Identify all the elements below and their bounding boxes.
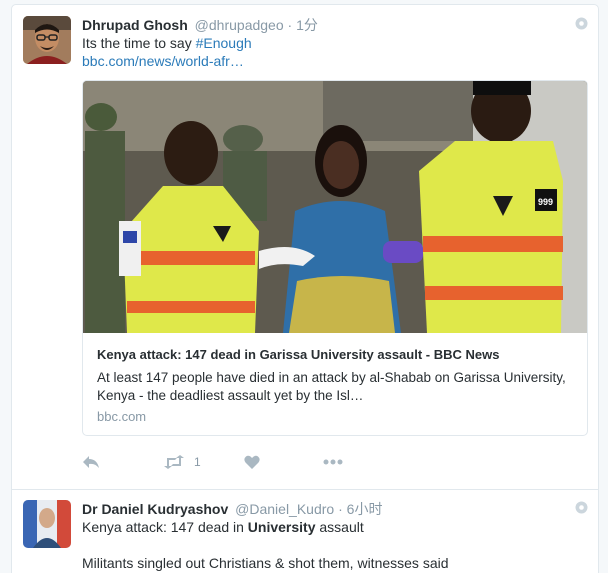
tweet[interactable]: Dhrupad Ghosh @dhrupadgeo · 1分 Its the t…: [12, 5, 598, 490]
gear-icon[interactable]: [575, 501, 588, 514]
username[interactable]: @Daniel_Kudro: [235, 501, 334, 517]
avatar-photo: [23, 500, 71, 548]
tweet-text: Kenya attack: 147 dead in University ass…: [82, 518, 364, 536]
tweet-text-plain: Its the time to say: [82, 35, 196, 51]
tweet-link-line: bbc.com/news/world-afr…: [82, 52, 244, 70]
tweet-text-part: assault: [315, 519, 364, 535]
card-domain: bbc.com: [97, 409, 147, 424]
timestamp[interactable]: 6小时: [347, 501, 383, 517]
url-link[interactable]: bbc.com/news/world-afr…: [82, 53, 244, 69]
tweet[interactable]: Dr Daniel Kudryashov @Daniel_Kudro · 6小时…: [12, 490, 598, 573]
like-button[interactable]: [244, 453, 260, 471]
retweet-count: 1: [194, 455, 201, 469]
separator: ·: [338, 501, 343, 517]
avatar[interactable]: [23, 500, 71, 548]
hashtag-link[interactable]: #Enough: [196, 35, 252, 51]
avatar-photo: [23, 16, 71, 64]
tweet-header: Dhrupad Ghosh @dhrupadgeo · 1分: [82, 15, 318, 35]
separator: ·: [287, 17, 293, 33]
more-button[interactable]: [323, 453, 343, 471]
link-card[interactable]: 999 Kenya attack: 147 dead in Garissa Un…: [82, 80, 588, 436]
avatar[interactable]: [23, 16, 71, 64]
fullname[interactable]: Dr Daniel Kudryashov: [82, 501, 228, 517]
card-title[interactable]: Kenya attack: 147 dead in Garissa Univer…: [97, 347, 499, 362]
tweet-actions: 1: [82, 453, 382, 473]
heart-icon: [244, 455, 260, 469]
tweet-text-line2: Militants singled out Christians & shot …: [82, 555, 449, 571]
gear-icon[interactable]: [575, 17, 588, 30]
reply-button[interactable]: [82, 453, 100, 471]
tweet-text-part: Kenya attack: 147 dead in: [82, 519, 248, 535]
retweet-button[interactable]: 1: [163, 453, 201, 471]
reply-icon: [83, 456, 99, 468]
tweet-text-bold: University: [247, 519, 316, 535]
card-image[interactable]: 999: [83, 81, 587, 333]
tweet-text: Its the time to say #Enough: [82, 34, 252, 52]
more-icon: [323, 459, 343, 465]
username[interactable]: @dhrupadgeo: [195, 17, 284, 33]
timestamp[interactable]: 1分: [296, 17, 318, 33]
retweet-icon: [164, 455, 184, 469]
timeline: Dhrupad Ghosh @dhrupadgeo · 1分 Its the t…: [11, 4, 599, 573]
card-description: At least 147 people have died in an atta…: [97, 370, 566, 403]
fullname[interactable]: Dhrupad Ghosh: [82, 17, 188, 33]
vest-badge: 999: [538, 197, 553, 207]
tweet-header: Dr Daniel Kudryashov @Daniel_Kudro · 6小时: [82, 499, 382, 519]
